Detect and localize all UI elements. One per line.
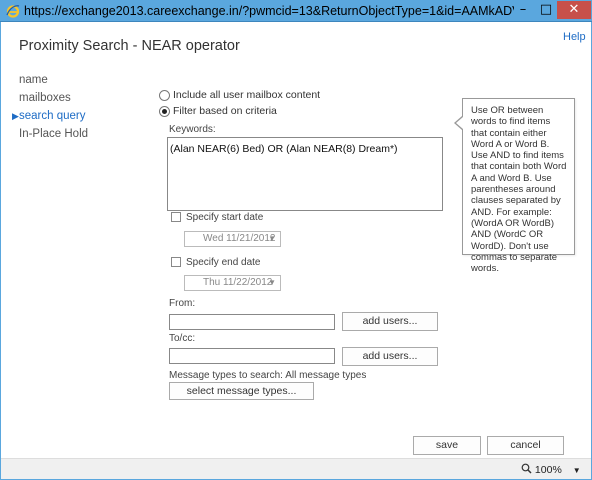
end-date-checkbox[interactable] (171, 257, 181, 267)
radio-filter-criteria[interactable] (159, 106, 170, 117)
end-date-value: Thu 11/22/2012 (203, 277, 273, 288)
keywords-textarea[interactable]: (Alan NEAR(6) Bed) OR (Alan NEAR(8) Drea… (167, 137, 443, 211)
start-date-label: Specify start date (186, 212, 264, 223)
chevron-down-icon[interactable]: ▼ (573, 466, 581, 475)
nav-item-search-query[interactable]: search query (19, 110, 88, 128)
start-date-value: Wed 11/21/2012 (203, 233, 276, 244)
from-input[interactable] (169, 314, 335, 330)
message-types-label: Message types to search: All message typ… (169, 370, 366, 381)
restore-button[interactable]: □ (535, 1, 557, 19)
close-window-button[interactable]: ✕ (557, 1, 591, 19)
minimize-button[interactable]: – (512, 1, 534, 19)
active-nav-arrow-icon: ▶ (12, 111, 19, 121)
tocc-add-users-button[interactable]: add users... (342, 347, 438, 366)
end-date-label: Specify end date (186, 257, 261, 268)
zoom-control[interactable]: 100% ▼ (521, 463, 581, 477)
select-message-types-button[interactable]: select message types... (169, 382, 314, 400)
from-label: From: (169, 298, 196, 309)
cancel-button[interactable]: cancel (487, 436, 564, 455)
save-button[interactable]: save (413, 436, 481, 455)
radio-include-all-label: Include all user mailbox content (173, 89, 321, 101)
keywords-help-tooltip: Use OR between words to find items that … (462, 98, 575, 274)
radio-filter-criteria-label: Filter based on criteria (173, 105, 277, 117)
tooltip-pointer-inner (456, 117, 463, 129)
browser-title-bar: https://exchange2013.careexchange.in/?pw… (0, 0, 592, 22)
nav-item-in-place-hold[interactable]: In-Place Hold (19, 128, 88, 146)
start-date-checkbox[interactable] (171, 212, 181, 222)
tocc-label: To/cc: (169, 333, 196, 344)
nav-item-mailboxes[interactable]: mailboxes (19, 92, 88, 110)
radio-include-all[interactable] (159, 90, 170, 101)
ie-icon (6, 4, 20, 18)
tocc-input[interactable] (169, 348, 335, 364)
nav-item-name[interactable]: name (19, 74, 88, 92)
from-add-users-button[interactable]: add users... (342, 312, 438, 331)
page-title: Proximity Search - NEAR operator (19, 38, 240, 54)
left-nav: name mailboxes search query In-Place Hol… (19, 74, 88, 146)
chevron-down-icon: ▼ (268, 278, 276, 287)
message-types-caption: Message types to search: (169, 370, 283, 381)
help-link[interactable]: Help (563, 31, 586, 43)
address-url[interactable]: https://exchange2013.careexchange.in/?pw… (24, 4, 514, 18)
keywords-label: Keywords: (169, 124, 216, 135)
chevron-down-icon: ▼ (268, 234, 276, 243)
end-date-select[interactable]: Thu 11/22/2012 ▼ (184, 275, 281, 291)
message-types-value: All message types (285, 370, 367, 381)
zoom-level: 100% (534, 463, 562, 476)
status-bar: 100% ▼ (1, 458, 591, 479)
zoom-magnifier-icon (521, 463, 532, 477)
start-date-select[interactable]: Wed 11/21/2012 ▼ (184, 231, 281, 247)
